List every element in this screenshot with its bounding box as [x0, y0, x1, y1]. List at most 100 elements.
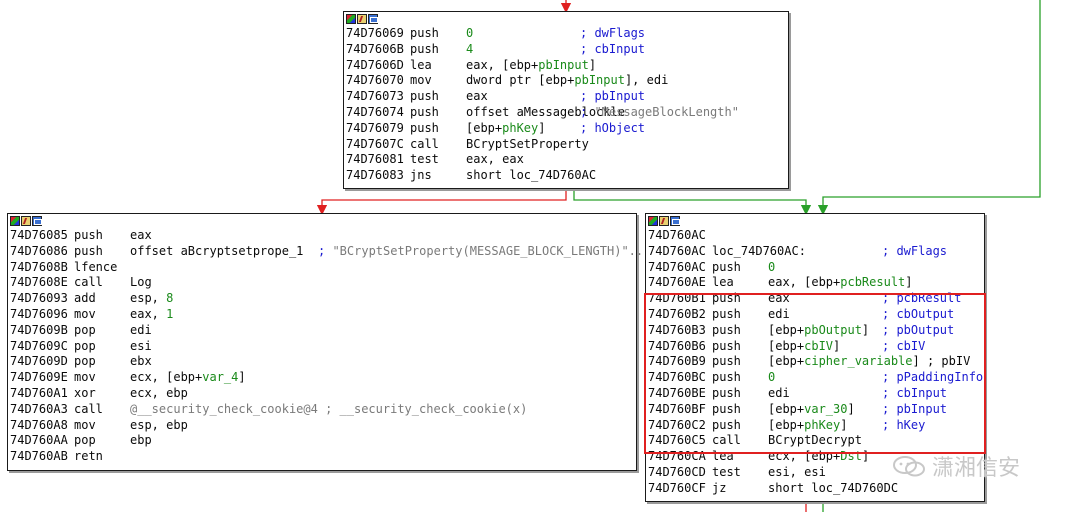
address: 74D760AC [648, 259, 706, 274]
asm-line[interactable]: 74D7608B lfence [8, 260, 636, 276]
operand-text: ebp [130, 433, 152, 448]
asm-lines: 74D76069 push 0 ; dwFlags 74D7606B push 4 ; cbI… [344, 26, 788, 184]
symbol: pbInput [574, 73, 625, 88]
comment: ; "BCryptSetProperty(MESSAGE_BLOCK_LENGT… [318, 244, 650, 260]
asm-line[interactable]: 74D760AC push 0 [646, 260, 984, 276]
operands[interactable]: Log [130, 275, 152, 291]
mnemonic: test [410, 152, 439, 167]
comment-text: ; cbInput [580, 41, 646, 56]
asm-line[interactable]: 74D76079 push [ebp+phKey] ; hObject [344, 121, 788, 137]
asm-line[interactable]: 74D76086 push offset aBcryptsetprope_1; "B… [8, 243, 650, 260]
asm-line[interactable]: 74D76074 push offset aMessageblockle; "Mes… [344, 105, 788, 121]
operands[interactable]: eax [130, 228, 152, 244]
operands[interactable]: eax, eax [466, 152, 524, 168]
operands[interactable]: [ebp+phKey] [466, 121, 545, 137]
edge-loop-right [817, 0, 1041, 216]
operands[interactable]: edi [130, 323, 152, 339]
asm-line[interactable]: 74D7609B pop edi [8, 323, 636, 339]
asm-line[interactable]: 74D760CF jz short loc_74D760DC [646, 481, 984, 497]
asm-line[interactable]: 74D76085 push eax [8, 228, 636, 244]
graph-icon[interactable] [368, 14, 378, 24]
mnemonic: mov [410, 73, 432, 88]
mnemonic: push [410, 89, 439, 104]
operand-text: [ebp+ [466, 120, 503, 135]
asm-line[interactable]: 74D760A1 xor ecx, ebp [8, 386, 636, 402]
address: 74D76081 [346, 152, 404, 167]
asm-line[interactable]: 74D7606D lea eax, [ebp+pbInput] [344, 58, 788, 74]
mnemonic: push [410, 41, 439, 56]
asm-line[interactable]: 74D760A8 mov esp, ebp [8, 418, 636, 434]
operand-text: eax, [ebp+ [466, 57, 539, 72]
operand-text: short loc_74D760DC [768, 480, 899, 495]
asm-line[interactable]: 74D7609D pop ebx [8, 354, 636, 370]
asm-line[interactable]: 74D76096 mov eax, 1 [8, 307, 636, 323]
mnemonic: push [74, 243, 103, 258]
graph-icon[interactable] [32, 216, 42, 226]
asm-line[interactable]: 74D760A3 call @__security_check_cookie@4 ;… [8, 402, 636, 418]
asm-line[interactable]: 74D76070 mov dword ptr [ebp+pbInput], edi [344, 73, 788, 89]
operands[interactable]: @__security_check_cookie@4 ; __security_… [130, 402, 527, 418]
operand-text: edi [130, 322, 152, 337]
edit-icon[interactable] [21, 216, 31, 226]
color-icon[interactable] [10, 216, 20, 226]
operands[interactable]: 0 [466, 26, 473, 42]
immediate: 1 [166, 306, 174, 321]
operand-text: eax, [130, 306, 167, 321]
color-icon[interactable] [648, 216, 658, 226]
address: 74D76069 [346, 26, 404, 40]
asm-line[interactable]: 74D760AA pop ebp [8, 433, 636, 449]
asm-line[interactable]: 74D7609E mov ecx, [ebp+var_4] [8, 370, 636, 386]
code-block-left[interactable]: 74D76085 push eax 74D76086 push offset aBcryp… [7, 213, 650, 471]
asm-line[interactable]: 74D76069 push 0 ; dwFlags [344, 26, 788, 42]
asm-line[interactable]: 74D7606B push 4 ; cbInput [344, 42, 788, 58]
operands[interactable]: ebx [130, 354, 152, 370]
operands[interactable]: eax, [ebp+pbInput] [466, 58, 596, 74]
asm-line[interactable]: 74D7608E call Log [8, 275, 636, 291]
asm-line[interactable]: 74D76083 jns short loc_74D760AC [344, 168, 788, 184]
mnemonic: push [712, 259, 741, 274]
operands[interactable]: ebp [130, 433, 152, 449]
operand-text: eax, [ebp+ [768, 275, 841, 290]
asm-line[interactable]: 74D76081 test eax, eax [344, 152, 788, 168]
color-icon[interactable] [346, 14, 356, 24]
symbol: pcbResult [840, 275, 906, 290]
operands[interactable]: esi [130, 339, 152, 355]
operands[interactable]: BCryptSetProperty [466, 137, 589, 153]
operands[interactable]: esi, esi [768, 465, 826, 481]
asm-line[interactable]: 74D760AC [646, 228, 984, 244]
operand-text: @__security_check_cookie@4 [130, 401, 318, 416]
edit-icon[interactable] [357, 14, 367, 24]
operands[interactable]: short loc_74D760AC [466, 168, 596, 184]
operands[interactable]: eax [466, 89, 488, 105]
mnemonic: xor [74, 385, 96, 400]
address: 74D7609E [10, 370, 68, 385]
asm-lines: 74D76085 push eax 74D76086 push offset aBcryp… [8, 228, 650, 465]
operands[interactable]: short loc_74D760DC [768, 481, 898, 497]
operands[interactable]: offset aBcryptsetprope_1 [130, 244, 303, 260]
mnemonic: call [74, 275, 103, 290]
address: 74D76083 [346, 168, 404, 183]
operands[interactable]: esp, 8 [130, 291, 173, 307]
graph-icon[interactable] [670, 216, 680, 226]
asm-line[interactable]: 74D7607C call BCryptSetProperty [344, 137, 788, 153]
code-block-top[interactable]: 74D76069 push 0 ; dwFlags 74D7606B push 4 ; cbI… [343, 11, 789, 189]
operands[interactable]: esp, ebp [130, 418, 188, 434]
asm-line[interactable]: 74D760AB retn [8, 449, 636, 465]
operands[interactable]: ecx, [ebp+var_4] [130, 370, 246, 386]
operand-text: eax, eax [466, 152, 524, 167]
operands[interactable]: ecx, ebp [130, 386, 188, 402]
asm-line[interactable]: 74D760AC loc_74D760AC: ; dwFlags [646, 244, 984, 260]
immediate: 0 [768, 259, 776, 274]
operands[interactable]: 4 [466, 42, 473, 58]
asm-line[interactable]: 74D76093 add esp, 8 [8, 291, 636, 307]
comment-text: ; [580, 104, 595, 119]
asm-line[interactable]: 74D760AE lea eax, [ebp+pcbResult] [646, 275, 984, 291]
operands[interactable]: dword ptr [ebp+pbInput], edi [466, 73, 668, 89]
operand-text: offset aBcryptsetprope_1 [130, 243, 304, 258]
asm-line[interactable]: 74D76073 push eax ; pbInput [344, 89, 788, 105]
operands[interactable]: eax, 1 [130, 307, 173, 323]
operands[interactable]: eax, [ebp+pcbResult] [768, 275, 913, 291]
edit-icon[interactable] [659, 216, 669, 226]
asm-line[interactable]: 74D7609C pop esi [8, 339, 636, 355]
operands[interactable]: 0 [768, 260, 775, 276]
